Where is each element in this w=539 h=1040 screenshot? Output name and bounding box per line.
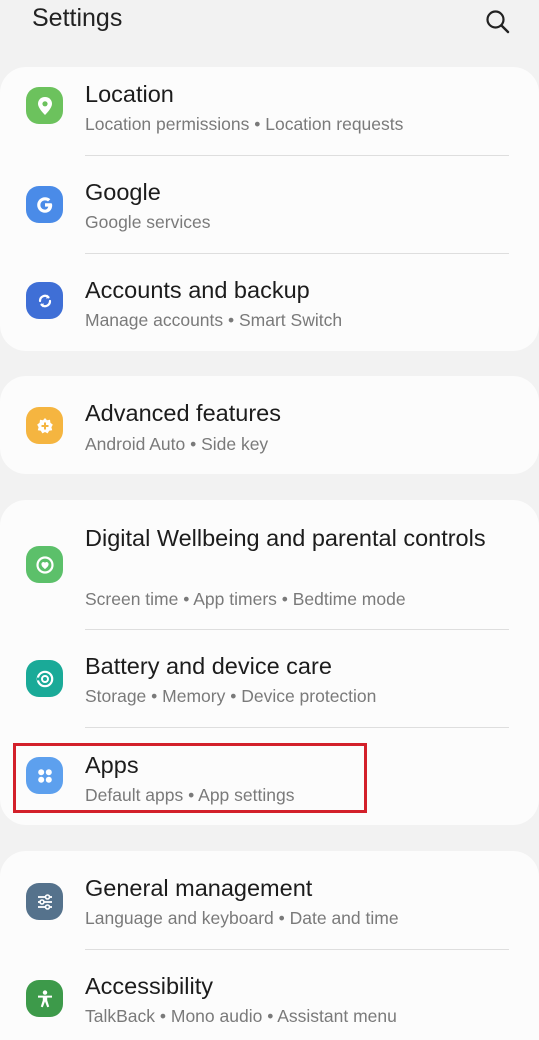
item-subtitle: Language and keyboard • Date and time: [85, 908, 399, 928]
apps-grid-icon: [26, 757, 63, 794]
sync-icon: [26, 282, 63, 319]
google-icon: [26, 186, 63, 223]
item-title: Digital Wellbeing and parental controls: [85, 525, 486, 551]
item-title: Advanced features: [85, 400, 281, 426]
page-title: Settings: [32, 4, 123, 32]
item-title: Accessibility: [85, 973, 213, 999]
device-care-icon: [26, 660, 63, 697]
item-title: Accounts and backup: [85, 277, 310, 303]
item-subtitle: Android Auto • Side key: [85, 434, 269, 454]
settings-item-location[interactable]: Location Location permissions • Location…: [0, 67, 539, 155]
item-subtitle: TalkBack • Mono audio • Assistant menu: [85, 1006, 397, 1026]
settings-item-digital-wellbeing[interactable]: Digital Wellbeing and parental controls …: [0, 500, 539, 629]
item-subtitle: Default apps • App settings: [85, 785, 295, 805]
settings-item-accessibility[interactable]: Accessibility TalkBack • Mono audio • As…: [0, 950, 539, 1040]
item-title: General management: [85, 875, 313, 901]
item-title: Battery and device care: [85, 653, 332, 679]
accessibility-person-icon: [26, 980, 63, 1017]
settings-screen: Settings Location Location permissions •…: [0, 0, 539, 1040]
settings-item-advanced-features[interactable]: Advanced features Android Auto • Side ke…: [0, 376, 539, 474]
item-subtitle: Google services: [85, 212, 211, 232]
gear-plus-icon: [26, 407, 63, 444]
item-subtitle: Location permissions • Location requests: [85, 114, 404, 134]
item-title: Apps: [85, 752, 139, 778]
wellbeing-heart-icon: [26, 546, 63, 583]
item-subtitle: Manage accounts • Smart Switch: [85, 310, 343, 330]
item-subtitle: Screen time • App timers • Bedtime mode: [85, 589, 406, 609]
location-pin-icon: [26, 87, 63, 124]
item-title: Google: [85, 179, 161, 205]
settings-item-apps[interactable]: Apps Default apps • App settings: [0, 728, 539, 825]
search-icon: [484, 8, 512, 36]
settings-item-general-management[interactable]: General management Language and keyboard…: [0, 851, 539, 949]
item-subtitle: Storage • Memory • Device protection: [85, 686, 377, 706]
settings-item-google[interactable]: Google Google services: [0, 156, 539, 253]
settings-item-accounts-backup[interactable]: Accounts and backup Manage accounts • Sm…: [0, 254, 539, 351]
sliders-icon: [26, 883, 63, 920]
item-title: Location: [85, 81, 174, 107]
settings-item-battery-device-care[interactable]: Battery and device care Storage • Memory…: [0, 630, 539, 727]
header: Settings: [0, 0, 539, 50]
search-button[interactable]: [484, 8, 512, 36]
